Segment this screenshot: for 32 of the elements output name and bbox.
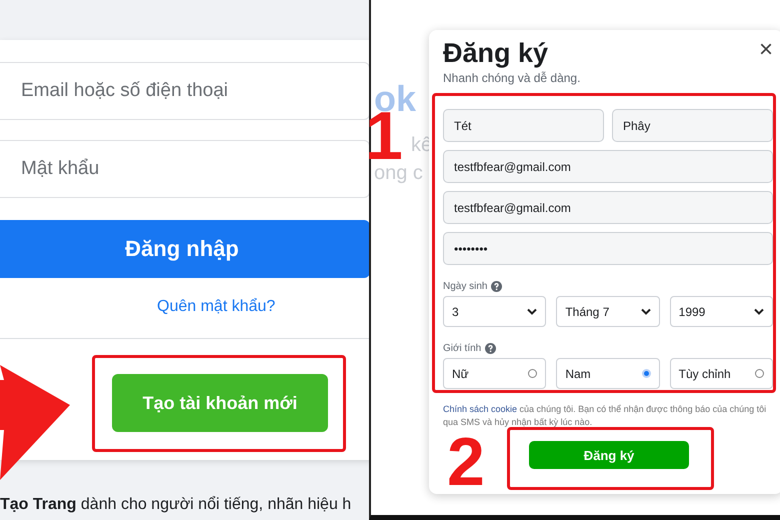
email-field[interactable]: testfbfear@gmail.com [443, 150, 773, 183]
chevron-down-icon [640, 308, 651, 315]
email-confirm-field[interactable]: testfbfear@gmail.com [443, 191, 773, 224]
birthday-select[interactable]: 1999 [670, 296, 773, 327]
gender-option[interactable]: Nam [556, 358, 660, 389]
radio-button[interactable] [755, 369, 764, 378]
last-name-field[interactable]: Phây [612, 109, 773, 142]
gender-option[interactable]: Tùy chỉnh [670, 358, 773, 389]
close-button[interactable]: × [758, 38, 773, 62]
dialog-title: Đăng ký [443, 38, 550, 69]
dialog-subtitle: Nhanh chóng và dễ dàng. [443, 71, 580, 85]
chevron-down-icon [754, 308, 764, 315]
password-field[interactable]: Mật khẩu [0, 140, 369, 198]
birthday-select[interactable]: Tháng 7 [556, 296, 660, 327]
help-icon [491, 281, 502, 292]
create-page-text: Tạo Trang dành cho người nổi tiếng, nhãn hiệu h [0, 496, 352, 514]
cookie-policy-link[interactable]: Chính sách cookie [443, 404, 518, 414]
first-name-field[interactable]: Tét [443, 109, 604, 142]
chevron-down-icon [527, 308, 538, 315]
terms-text: Chính sách cookie của chúng tôi. Bạn có thể nhận được thông báo của chúng tôi qua SMS và hủy nhận bất kỳ lúc nào. [443, 403, 768, 430]
gender-option[interactable]: Nữ [443, 358, 546, 389]
forgot-password-link[interactable]: Quên mật khẩu? [157, 298, 276, 316]
birthday-label: Ngày sinh [443, 281, 488, 292]
login-button[interactable]: Đăng nhập [0, 220, 369, 278]
birthday-select[interactable]: 3 [443, 296, 546, 327]
help-icon [485, 343, 496, 354]
gender-label: Giới tính [443, 343, 482, 354]
step-number: 2 [447, 428, 485, 496]
email-field[interactable]: Email hoặc số điện thoại [0, 62, 369, 120]
radio-button[interactable] [528, 369, 538, 378]
radio-button[interactable] [642, 369, 651, 378]
password-field[interactable]: •••••••• [443, 232, 773, 265]
